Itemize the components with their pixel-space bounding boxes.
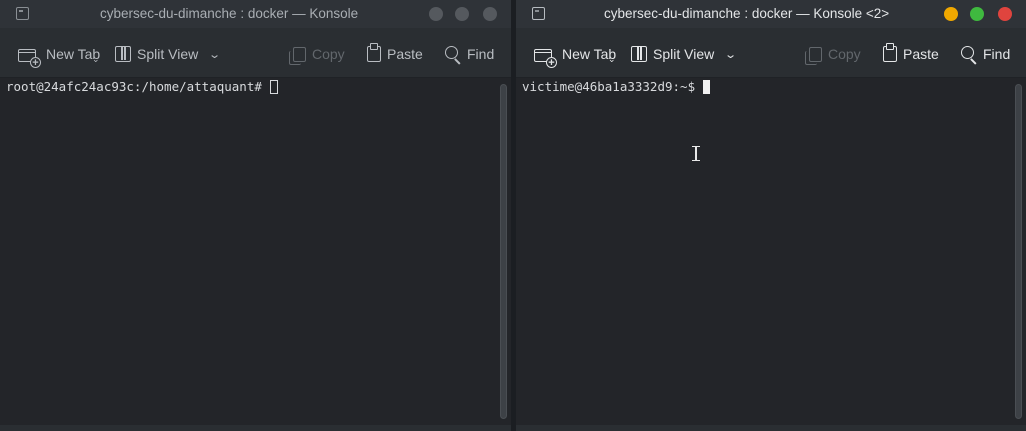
terminal-area[interactable]: root@24afc24ac93c:/home/attaquant# <box>0 78 497 425</box>
window-title: cybersec-du-dimanche : docker — Konsole … <box>604 6 890 21</box>
titlebar[interactable]: cybersec-du-dimanche : docker — Konsole <box>0 0 511 28</box>
maximize-button[interactable] <box>970 7 984 21</box>
copy-label: Copy <box>828 46 861 62</box>
split-view-label: Split View <box>137 46 199 62</box>
find-label: Find <box>467 46 495 62</box>
copy-button[interactable]: Copy <box>289 45 345 65</box>
find-button[interactable]: Find <box>961 45 1010 63</box>
paste-label: Paste <box>387 46 423 62</box>
split-view-label: Split View <box>653 46 715 62</box>
terminal-cursor <box>703 80 711 94</box>
split-view-button[interactable]: Split View ⌄ <box>631 45 737 63</box>
toolbar: New Tab ⌄ Split View ⌄ Copy Paste Find <box>516 28 1026 78</box>
titlebar[interactable]: cybersec-du-dimanche : docker — Konsole … <box>516 0 1026 28</box>
paste-icon <box>367 43 381 62</box>
paste-icon <box>883 43 897 62</box>
window-bottom-edge <box>516 425 1026 431</box>
scrollbar-handle[interactable] <box>500 84 507 419</box>
terminal-prompt-line: root@24afc24ac93c:/home/attaquant# <box>6 79 278 95</box>
paste-button[interactable]: Paste <box>367 43 423 63</box>
close-button[interactable] <box>483 7 497 21</box>
close-button[interactable] <box>998 7 1012 21</box>
find-icon <box>961 46 977 62</box>
app-icon[interactable] <box>532 7 545 20</box>
terminal-prompt-line: victime@46ba1a3332d9:~$ <box>522 79 711 95</box>
konsole-window-left[interactable]: cybersec-du-dimanche : docker — Konsole … <box>0 0 511 431</box>
split-view-button[interactable]: Split View ⌄ <box>115 45 221 63</box>
terminal-cursor <box>269 80 278 94</box>
copy-button[interactable]: Copy <box>805 45 861 65</box>
text-cursor-icon <box>692 146 700 161</box>
split-view-icon <box>631 46 647 62</box>
paste-label: Paste <box>903 46 939 62</box>
shell-prompt: root@24afc24ac93c:/home/attaquant# <box>6 79 262 94</box>
chevron-down-icon[interactable]: ⌄ <box>208 48 221 61</box>
copy-icon <box>805 46 822 65</box>
split-view-icon <box>115 46 131 62</box>
find-icon <box>445 46 461 62</box>
minimize-button[interactable] <box>944 7 958 21</box>
scrollbar-handle[interactable] <box>1015 84 1022 419</box>
maximize-button[interactable] <box>455 7 469 21</box>
new-tab-button[interactable]: New Tab ⌄ <box>534 45 616 68</box>
paste-button[interactable]: Paste <box>883 43 939 63</box>
window-title: cybersec-du-dimanche : docker — Konsole <box>100 6 359 21</box>
new-tab-icon <box>18 48 41 68</box>
copy-icon <box>289 46 306 65</box>
find-button[interactable]: Find <box>445 45 494 63</box>
new-tab-button[interactable]: New Tab ⌄ <box>18 45 100 68</box>
scrollbar[interactable] <box>1012 78 1026 425</box>
minimize-button[interactable] <box>429 7 443 21</box>
shell-prompt: victime@46ba1a3332d9:~$ <box>522 79 696 94</box>
find-label: Find <box>983 46 1011 62</box>
window-bottom-edge <box>0 425 511 431</box>
new-tab-icon <box>534 48 557 68</box>
konsole-window-right[interactable]: cybersec-du-dimanche : docker — Konsole … <box>516 0 1026 431</box>
toolbar: New Tab ⌄ Split View ⌄ Copy Paste Find <box>0 28 511 78</box>
chevron-down-icon: ⌄ <box>608 54 616 64</box>
app-icon[interactable] <box>16 7 29 20</box>
chevron-down-icon[interactable]: ⌄ <box>724 48 737 61</box>
copy-label: Copy <box>312 46 345 62</box>
scrollbar[interactable] <box>497 78 511 425</box>
terminal-area[interactable]: victime@46ba1a3332d9:~$ <box>516 78 1012 425</box>
chevron-down-icon: ⌄ <box>92 54 100 64</box>
